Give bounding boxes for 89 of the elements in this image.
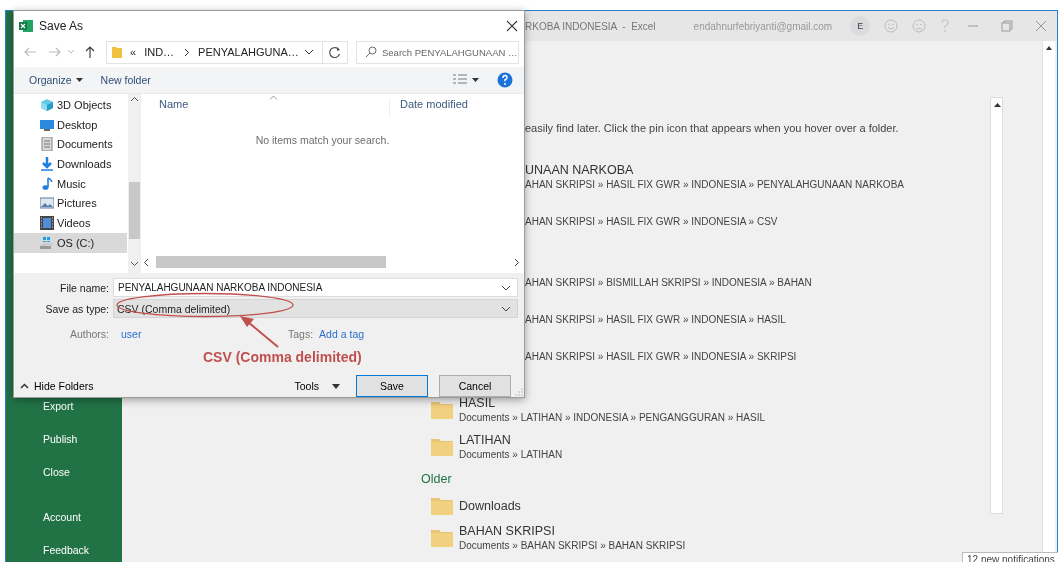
music-note-icon xyxy=(40,176,54,191)
folder-name[interactable]: Downloads xyxy=(459,499,521,514)
grip-icon xyxy=(515,388,523,396)
window-title: RKOBA INDONESIA - Excel xyxy=(525,20,656,32)
search-field[interactable]: Search PENYALAHGUNAAN … xyxy=(356,40,519,64)
folder-path: AHAN SKRIPSI » HASIL FIX GWR » INDONESIA » CSV xyxy=(525,215,778,229)
chevron-down-icon xyxy=(501,284,511,291)
folder-path: AHAN SKRIPSI » HASIL FIX GWR » INDONESIA » HASIL xyxy=(525,313,786,327)
annotation-label: CSV (Comma delimited) xyxy=(203,349,362,365)
spreadsheet-icon xyxy=(19,18,33,33)
document-icon xyxy=(40,137,54,152)
author-link[interactable]: user xyxy=(121,328,288,340)
dialog-title: Save As xyxy=(39,18,84,33)
caret-up-icon xyxy=(20,383,29,389)
hint-text: easily find later. Click the pin icon that appears when you hover over a folder. xyxy=(525,121,900,136)
dialog-button[interactable]: Save xyxy=(356,375,428,397)
nav-tree-item[interactable]: Videos xyxy=(14,213,127,233)
add-tag-link[interactable]: Add a tag xyxy=(319,328,365,340)
sidebar-item[interactable]: Feedback xyxy=(6,534,122,562)
empty-message: No items match your search. xyxy=(254,134,391,146)
hide-folders-button[interactable]: Hide Folders xyxy=(20,380,94,392)
annotation-arrow xyxy=(238,314,280,349)
breadcrumb-item[interactable]: IND… xyxy=(144,46,175,58)
sidebar-item[interactable]: Publish xyxy=(6,423,122,456)
close-icon[interactable] xyxy=(506,19,518,32)
folder-name[interactable]: HASIL xyxy=(459,396,766,411)
chevron-icon xyxy=(184,47,191,57)
folder-icon xyxy=(112,46,122,58)
folder-path: Documents » LATIHAN » INDONESIA » PENGANGGURAN » HASIL xyxy=(459,411,766,425)
group-heading: Older xyxy=(421,471,453,488)
help-icon[interactable] xyxy=(497,72,513,88)
nav-tree-item[interactable]: OS (C:) xyxy=(14,232,127,253)
nav-tree-item[interactable]: Desktop xyxy=(14,114,127,135)
folder-path: AHAN SKRIPSI » HASIL FIX GWR » INDONESIA » PENYALAHGUNAAN NARKOBA xyxy=(525,178,904,192)
refresh-button[interactable] xyxy=(323,40,348,64)
field-label: Authors: xyxy=(68,328,110,340)
column-header[interactable]: Date modified xyxy=(390,98,468,118)
breadcrumb-overflow[interactable]: « xyxy=(130,46,137,58)
scrollbar[interactable] xyxy=(990,97,1003,514)
folder-path: AHAN SKRIPSI » HASIL FIX GWR » INDONESIA » SKRIPSI xyxy=(525,350,797,364)
nav-tree-item[interactable]: Documents xyxy=(14,134,127,155)
account-name: endahnurfebriyanti@gmail.com xyxy=(693,20,833,32)
folder-path: AHAN SKRIPSI » BISMILLAH SKRIPSI » INDONESIA » BAHAN xyxy=(525,276,812,290)
drive-icon xyxy=(40,235,54,250)
avatar[interactable]: E xyxy=(850,16,871,36)
field-label: Tags: xyxy=(288,328,314,340)
field-label: Save as type: xyxy=(44,302,110,315)
folder-name[interactable]: BAHAN SKRIPSI xyxy=(459,524,686,539)
column-header[interactable]: Name xyxy=(141,98,390,118)
smiley-icon[interactable] xyxy=(884,19,899,33)
picture-icon xyxy=(40,196,54,211)
search-icon xyxy=(365,46,377,58)
file-name-field[interactable]: PENYALAHGUNAAN NARKOBA INDONESIA xyxy=(113,278,518,297)
forward-icon[interactable] xyxy=(48,46,62,58)
field-label: File name: xyxy=(58,281,110,294)
tools-button[interactable]: Tools xyxy=(294,380,340,392)
scroll-thumb[interactable] xyxy=(129,182,140,239)
breadcrumb-item[interactable]: PENYALAHGUNA… xyxy=(198,46,299,58)
chevron-down-icon[interactable] xyxy=(304,49,314,55)
frown-icon[interactable] xyxy=(912,19,927,33)
nav-tree-item[interactable]: Pictures xyxy=(14,193,127,214)
monitor-icon xyxy=(40,117,54,132)
film-icon xyxy=(40,215,54,230)
new-folder-button[interactable]: New folder xyxy=(100,74,151,86)
organize-button[interactable]: Organize xyxy=(29,74,83,86)
folder-name[interactable]: LATIHAN xyxy=(459,433,563,448)
folder-path: Documents » BAHAN SKRIPSI » BAHAN SKRIPSI xyxy=(459,539,686,553)
restore-icon[interactable] xyxy=(1001,20,1013,32)
sidebar-item[interactable]: Close xyxy=(6,456,122,489)
folder-path: Documents » LATIHAN xyxy=(459,448,563,462)
caret-icon xyxy=(75,78,83,82)
nav-tree-item[interactable]: Downloads xyxy=(14,154,127,174)
back-icon[interactable] xyxy=(23,46,37,58)
up-icon[interactable] xyxy=(84,45,96,59)
cube-icon xyxy=(40,97,54,112)
dialog-button[interactable]: Cancel xyxy=(439,375,511,397)
caret-icon[interactable] xyxy=(472,78,479,82)
nav-tree-item[interactable]: Music xyxy=(14,173,127,194)
scroll-thumb[interactable] xyxy=(156,256,386,268)
scrollbar[interactable] xyxy=(128,94,141,273)
chevron-down-icon xyxy=(501,305,511,312)
sort-caret-icon xyxy=(269,95,278,100)
refresh-icon xyxy=(329,46,341,58)
sidebar-item[interactable]: Account xyxy=(6,501,122,534)
caret-icon xyxy=(332,383,340,389)
folder-name[interactable]: UNAAN NARKOBA xyxy=(525,163,904,178)
address-bar[interactable]: « IND… PENYALAHGUNA… xyxy=(106,40,323,64)
nav-tree-item[interactable]: 3D Objects xyxy=(14,95,127,115)
download-icon xyxy=(40,156,54,171)
